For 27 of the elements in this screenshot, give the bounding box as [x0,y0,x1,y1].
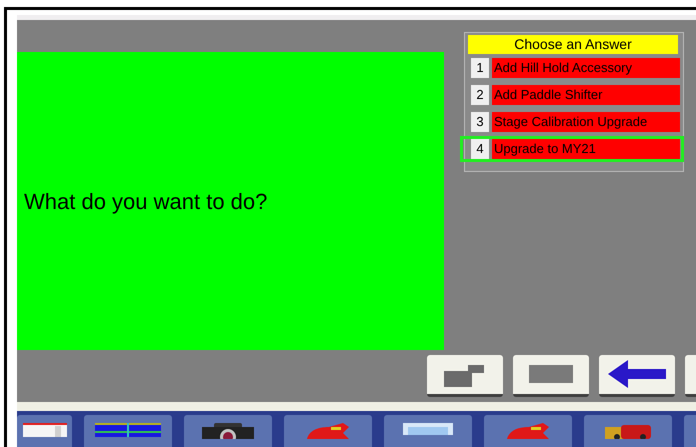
toolbar-button[interactable] [513,354,589,397]
table-icon [95,423,161,437]
taskbar-button[interactable] [84,415,172,447]
answer-number: 3 [471,112,489,132]
vehicles-icon [603,423,653,439]
answer-number: 4 [471,139,489,159]
camera-icon [202,423,254,439]
answer-number: 2 [471,85,489,105]
answer-option[interactable]: 2 Add Paddle Shifter [460,82,684,108]
answer-header: Choose an Answer [468,35,678,54]
left-arrow-icon [608,360,666,388]
answer-option[interactable]: 1 Add Hill Hold Accessory [460,55,684,81]
answer-option[interactable]: 4 Upgrade to MY21 [460,136,684,162]
answer-option[interactable]: 3 Stage Calibration Upgrade [460,109,684,135]
answer-number: 1 [471,58,489,78]
taskbar-button[interactable] [184,415,272,447]
screen-icon [403,423,453,435]
answer-label: Add Hill Hold Accessory [492,58,680,78]
answer-label: Add Paddle Shifter [492,85,680,105]
back-button[interactable] [599,354,675,397]
answer-label: Upgrade to MY21 [492,139,680,159]
rectangle-icon [528,364,574,384]
document-icon [22,423,66,437]
taskbar-button[interactable] [17,415,72,447]
question-text: What do you want to do? [24,188,268,216]
answer-label: Stage Calibration Upgrade [492,112,680,132]
toolbar-button[interactable] [427,354,503,397]
